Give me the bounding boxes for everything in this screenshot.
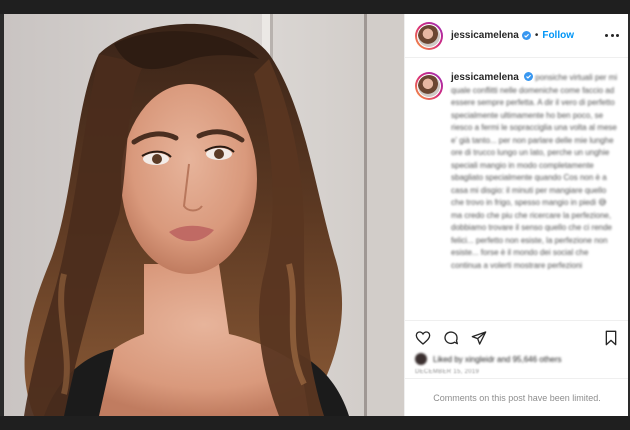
likes-text[interactable]: Liked by xingleidr and 95,646 others [433, 355, 562, 364]
liker-avatar [415, 353, 427, 365]
post-caption: jessicamelena ponsiche virtuali per mi q… [405, 58, 629, 322]
top-frame [0, 0, 630, 14]
likes-row: Liked by xingleidr and 95,646 others [415, 352, 615, 366]
bottom-frame [0, 416, 630, 430]
post-date: DECEMBER 15, 2019 [415, 369, 480, 375]
verified-badge-icon [524, 72, 534, 81]
post-side-panel: jessicamelena • Follow jessicamelena pon… [404, 14, 629, 416]
caption-username[interactable]: jessicamelena [451, 72, 519, 83]
verified-badge-icon [521, 31, 531, 40]
more-options-icon[interactable] [605, 28, 619, 42]
author-username[interactable]: jessicamelena [451, 30, 519, 41]
caption-text-block: jessicamelena ponsiche virtuali per mi q… [451, 72, 619, 322]
follow-button[interactable]: Follow [542, 30, 574, 41]
author-avatar[interactable] [415, 21, 443, 50]
action-bar [405, 320, 629, 354]
comment-icon[interactable] [443, 330, 459, 346]
comments-limited-notice: Comments on this post have been limited. [405, 378, 629, 416]
header-separator: • [534, 30, 539, 41]
post-photo[interactable] [4, 14, 404, 416]
post-header: jessicamelena • Follow [405, 14, 629, 58]
bookmark-icon[interactable] [603, 330, 619, 346]
heart-icon[interactable] [415, 330, 431, 346]
caption-avatar[interactable] [415, 72, 443, 100]
share-icon[interactable] [471, 330, 487, 346]
caption-body: ponsiche virtuali per mi quale conflitti… [451, 73, 618, 270]
